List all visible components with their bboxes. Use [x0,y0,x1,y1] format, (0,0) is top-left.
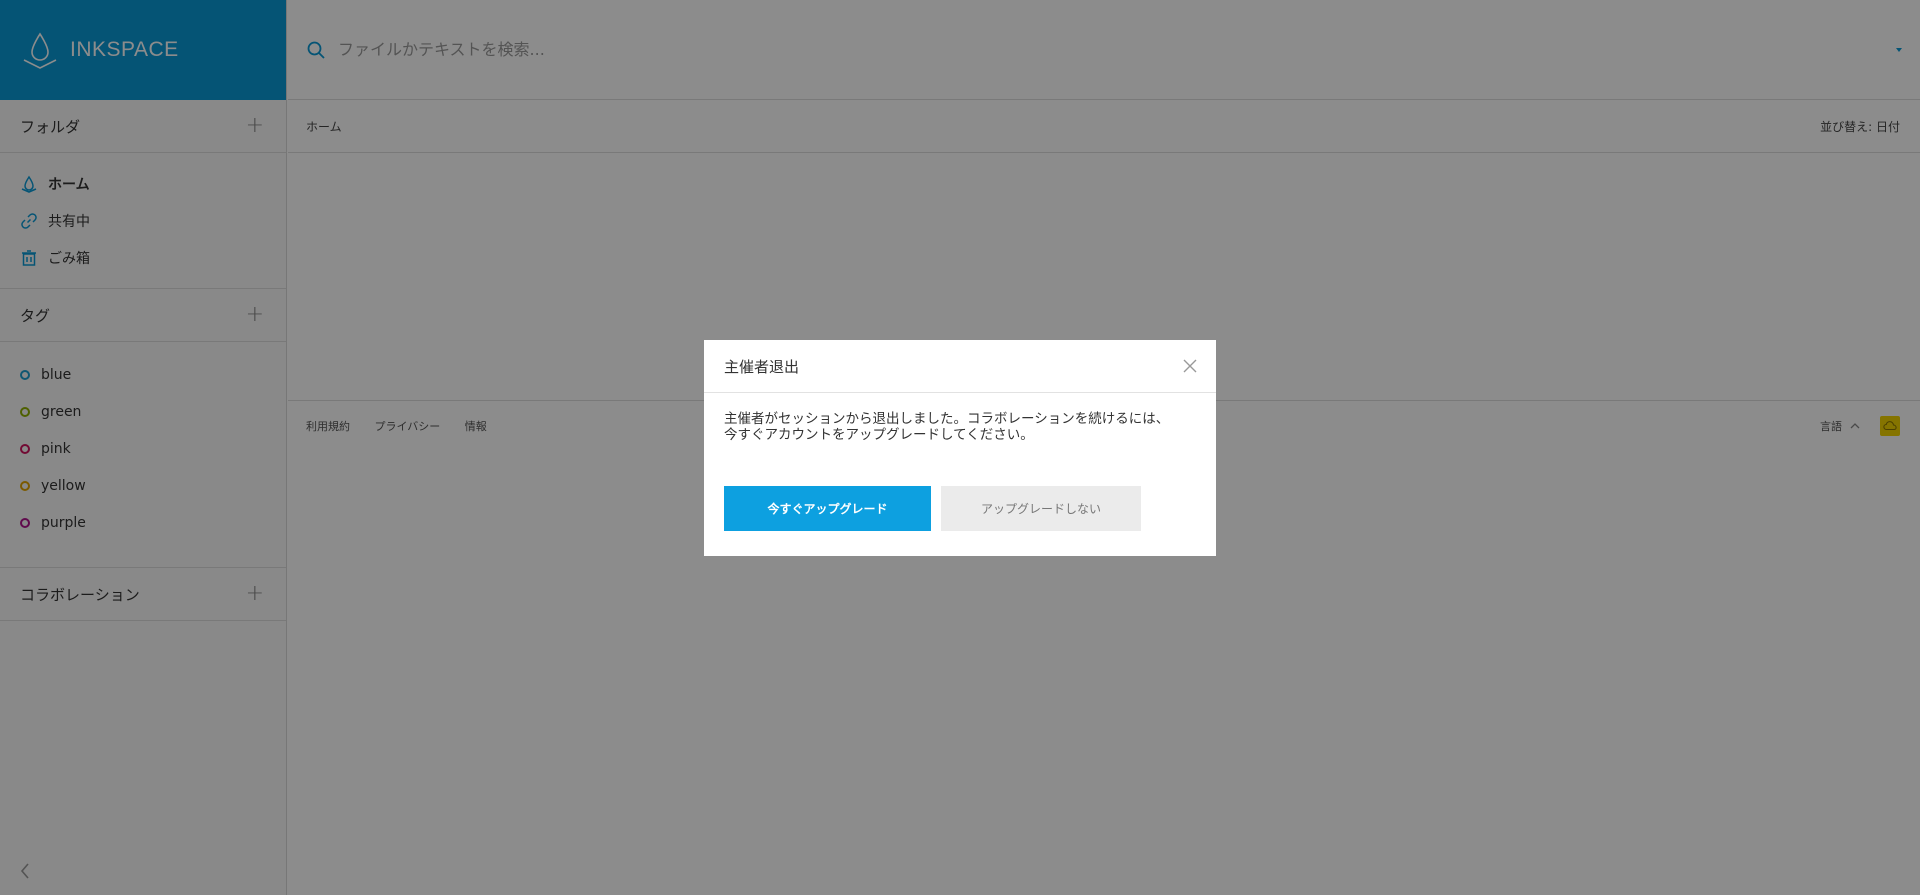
upgrade-now-button[interactable]: 今すぐアップグレード [724,486,931,531]
close-icon[interactable] [1182,358,1198,374]
dialog-message-line1: 主催者がセッションから退出しました。コラボレーションを続けるには、 [724,411,1170,427]
modal-overlay[interactable]: 主催者退出 主催者がセッションから退出しました。コラボレーションを続けるには、 … [0,0,1920,895]
dialog-actions: 今すぐアップグレード アップグレードしない [724,486,1141,531]
dialog-body: 主催者がセッションから退出しました。コラボレーションを続けるには、 今すぐアカウ… [704,393,1216,443]
host-left-dialog: 主催者退出 主催者がセッションから退出しました。コラボレーションを続けるには、 … [704,340,1216,556]
no-upgrade-button[interactable]: アップグレードしない [941,486,1141,531]
dialog-header: 主催者退出 [704,340,1216,393]
dialog-title: 主催者退出 [724,357,800,376]
dialog-message-line2: 今すぐアカウントをアップグレードしてください。 [724,427,1034,443]
